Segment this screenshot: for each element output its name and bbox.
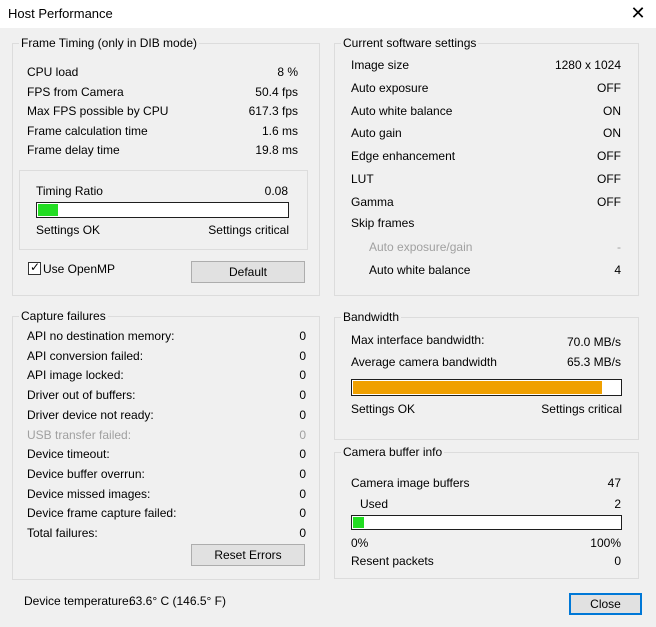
title-bar: Host Performance ✕ xyxy=(0,0,656,28)
capture-failure-row-value: 0 xyxy=(299,407,306,422)
frame-timing-row-label: CPU load xyxy=(27,65,79,79)
capture-failure-row-label: API conversion failed: xyxy=(27,348,144,363)
check-icon: ✓ xyxy=(30,260,41,274)
timing-ratio-label: Timing Ratio xyxy=(36,184,103,198)
temperature-label: Device temperature: xyxy=(24,594,133,608)
capture-failure-row-label: Device missed images: xyxy=(27,486,151,501)
frame-timing-row-label: FPS from Camera xyxy=(27,84,124,99)
skip-frames-label: Skip frames xyxy=(351,216,415,230)
buffer-max-label: 100% xyxy=(590,536,621,550)
avg-bandwidth-value: 65.3 MB/s xyxy=(566,355,621,369)
software-settings-title: Current software settings xyxy=(341,36,479,50)
window-title: Host Performance xyxy=(8,6,113,21)
bandwidth-settings-ok: Settings OK xyxy=(351,402,416,416)
frame-timing-row-label: Frame delay time xyxy=(27,143,120,157)
bandwidth-fill xyxy=(353,381,602,394)
timing-ratio-fill xyxy=(38,204,58,216)
software-setting-row-label: Image size xyxy=(351,58,410,72)
frame-timing-row-value: 50.4 fps xyxy=(255,84,298,99)
software-setting-row-label: Auto exposure xyxy=(351,80,429,95)
frame-timing-row-value: 1.6 ms xyxy=(261,123,298,138)
software-setting-row-label: LUT xyxy=(351,172,374,186)
timing-ratio-bar xyxy=(36,202,289,218)
software-setting-row-value: 1280 x 1024 xyxy=(554,58,621,72)
resent-packets-value: 0 xyxy=(614,554,621,568)
use-openmp-checkbox[interactable]: ✓ xyxy=(28,260,41,275)
frame-timing-row-value: 617.3 fps xyxy=(248,104,298,118)
buffer-fill xyxy=(353,517,364,528)
capture-failure-row-label: API image locked: xyxy=(27,368,124,383)
camera-buffers-value: 47 xyxy=(607,476,621,490)
capture-failure-row-value: 0 xyxy=(299,427,306,442)
capture-failure-row-label: Device timeout: xyxy=(27,447,110,462)
software-setting-row-value: OFF xyxy=(597,172,621,186)
use-openmp-label[interactable]: Use OpenMP xyxy=(43,262,115,276)
capture-failure-row-label: Device buffer overrun: xyxy=(27,466,145,481)
capture-failure-row-value: 0 xyxy=(299,368,306,383)
resent-packets-label: Resent packets xyxy=(351,554,434,568)
camera-buffers-label: Camera image buffers xyxy=(351,476,470,490)
bandwidth-bar xyxy=(351,379,622,396)
skip-frames-row-value: - xyxy=(617,240,621,254)
frame-timing-row-label: Max FPS possible by CPU xyxy=(27,104,169,118)
frame-timing-row-label: Frame calculation time xyxy=(27,123,148,138)
camera-buffer-title: Camera buffer info xyxy=(341,445,445,459)
buffer-bar xyxy=(351,515,622,530)
used-value: 2 xyxy=(614,497,621,511)
software-setting-row-value: ON xyxy=(603,103,621,118)
capture-failure-row-value: 0 xyxy=(299,466,306,481)
capture-failure-row-value: 0 xyxy=(299,526,306,540)
skip-frames-row-value: 4 xyxy=(614,263,621,277)
capture-failure-row-label: USB transfer failed: xyxy=(27,427,132,442)
close-button[interactable]: Close xyxy=(569,593,642,615)
frame-timing-row-value: 8 % xyxy=(277,65,298,79)
software-setting-row-value: OFF xyxy=(597,80,621,95)
capture-failures-title: Capture failures xyxy=(19,309,108,323)
timing-ratio-value: 0.08 xyxy=(264,184,288,198)
capture-failure-row-value: 0 xyxy=(299,486,306,501)
capture-failure-row-value: 0 xyxy=(299,388,306,403)
default-button[interactable]: Default xyxy=(191,261,305,283)
capture-failure-row-label: API no destination memory: xyxy=(27,329,175,343)
capture-failure-row-value: 0 xyxy=(299,447,306,462)
temperature-value: 63.6° C (146.5° F) xyxy=(129,594,226,608)
frame-timing-title: Frame Timing (only in DIB mode) xyxy=(19,36,200,50)
software-setting-row-value: OFF xyxy=(597,149,621,164)
timing-settings-ok: Settings OK xyxy=(36,223,101,237)
software-setting-row-label: Gamma xyxy=(351,194,394,209)
software-setting-row-value: OFF xyxy=(597,194,621,209)
software-setting-row-label: Edge enhancement xyxy=(351,149,456,164)
capture-failure-row-label: Driver device not ready: xyxy=(27,407,154,422)
skip-frames-row-label: Auto exposure/gain xyxy=(369,240,473,254)
max-bandwidth-label: Max interface bandwidth: xyxy=(351,333,485,347)
capture-failure-row-value: 0 xyxy=(299,348,306,363)
software-setting-row-label: Auto gain xyxy=(351,126,402,141)
buffer-min-label: 0% xyxy=(351,536,369,550)
software-setting-row-label: Auto white balance xyxy=(351,103,453,118)
software-setting-row-value: ON xyxy=(603,126,621,141)
capture-failure-row-value: 0 xyxy=(299,329,306,343)
timing-settings-critical: Settings critical xyxy=(208,223,289,237)
bandwidth-title: Bandwidth xyxy=(341,310,402,324)
close-icon[interactable]: ✕ xyxy=(628,3,648,23)
skip-frames-row-label: Auto white balance xyxy=(369,263,471,277)
reset-errors-button[interactable]: Reset Errors xyxy=(191,544,305,566)
bandwidth-settings-critical: Settings critical xyxy=(541,402,622,416)
frame-timing-row-value: 19.8 ms xyxy=(255,143,298,157)
used-label: Used xyxy=(360,497,389,511)
capture-failure-row-label: Total failures: xyxy=(27,526,98,540)
avg-bandwidth-label: Average camera bandwidth xyxy=(351,355,497,369)
max-bandwidth-value: 70.0 MB/s xyxy=(566,335,621,349)
capture-failure-row-value: 0 xyxy=(299,506,306,521)
capture-failure-row-label: Driver out of buffers: xyxy=(27,388,136,403)
capture-failure-row-label: Device frame capture failed: xyxy=(27,506,177,521)
